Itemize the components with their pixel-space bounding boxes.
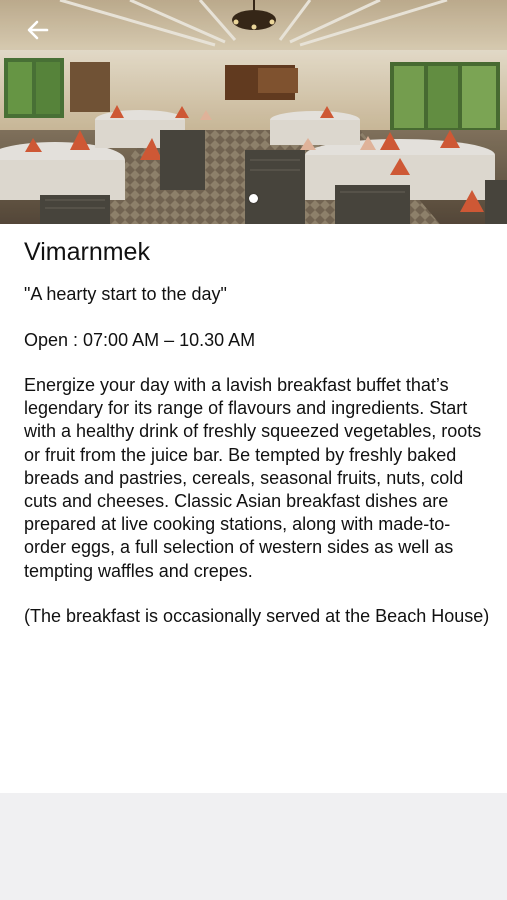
restaurant-photo-carousel[interactable] bbox=[0, 0, 507, 224]
back-button[interactable] bbox=[18, 12, 58, 48]
restaurant-description: Energize your day with a lavish breakfas… bbox=[24, 375, 482, 581]
restaurant-details: Vimarnmek "A hearty start to the day" Op… bbox=[24, 236, 490, 628]
restaurant-dining-room-photo bbox=[0, 0, 507, 224]
serving-note: (The breakfast is occasionally served at… bbox=[24, 605, 490, 626]
restaurant-name: Vimarnmek bbox=[24, 238, 150, 266]
restaurant-tagline: "A hearty start to the day" bbox=[24, 284, 227, 304]
bottom-panel bbox=[0, 793, 507, 900]
page-indicator-dot-active[interactable] bbox=[249, 193, 258, 203]
carousel-page-indicator bbox=[0, 192, 507, 204]
opening-hours: Open : 07:00 AM – 10.30 AM bbox=[24, 330, 256, 350]
arrow-left-icon bbox=[27, 20, 49, 40]
